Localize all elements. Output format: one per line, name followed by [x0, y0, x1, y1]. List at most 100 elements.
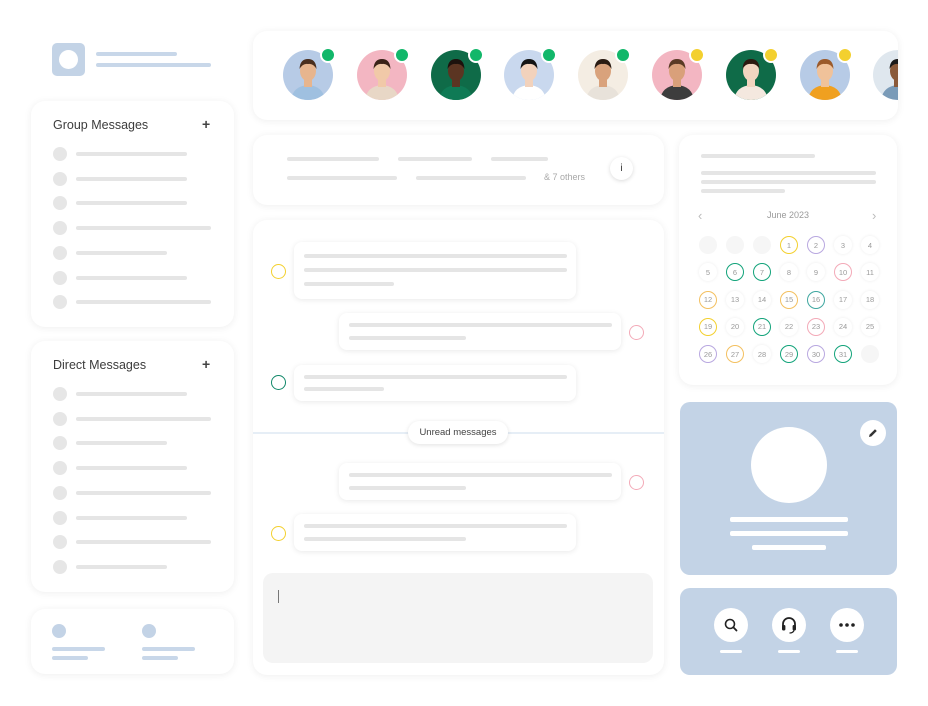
next-month-button[interactable]: ›: [872, 208, 876, 223]
calendar-day[interactable]: 1: [780, 236, 798, 254]
sender-avatar[interactable]: [629, 325, 644, 340]
calendar-day[interactable]: 2: [807, 236, 825, 254]
calendar-text-placeholder: [701, 171, 876, 175]
calendar-day[interactable]: 26: [699, 345, 717, 364]
contact-avatar[interactable]: [430, 47, 484, 100]
sender-avatar[interactable]: [271, 375, 286, 390]
calendar-day[interactable]: 27: [726, 345, 744, 364]
list-item-label: [76, 466, 187, 471]
contact-avatar[interactable]: [504, 47, 558, 100]
workspace-header[interactable]: [52, 43, 217, 77]
edit-profile-button[interactable]: [860, 420, 886, 446]
calendar-day[interactable]: 7: [753, 263, 771, 282]
list-item[interactable]: [53, 147, 213, 161]
message-bubble[interactable]: [294, 365, 576, 401]
list-item[interactable]: [53, 436, 213, 451]
list-item[interactable]: [53, 411, 213, 426]
calendar-day[interactable]: 5: [699, 263, 717, 282]
calendar-empty-cell: [699, 236, 717, 254]
calendar-day[interactable]: 31: [834, 345, 852, 364]
list-item[interactable]: [53, 387, 213, 401]
message-composer[interactable]: [263, 573, 653, 663]
support-button-label: [778, 650, 800, 653]
search-icon: [724, 618, 738, 632]
profile-avatar[interactable]: [751, 427, 827, 503]
participant-name: [398, 157, 472, 161]
user-status-item[interactable]: [142, 624, 202, 664]
calendar-day[interactable]: 18: [861, 290, 879, 309]
list-item-avatar: [53, 411, 67, 426]
sender-avatar[interactable]: [271, 264, 286, 279]
calendar-day[interactable]: 9: [807, 263, 825, 282]
calendar-day[interactable]: 6: [726, 263, 744, 282]
list-item[interactable]: [53, 171, 213, 186]
message-bubble[interactable]: [294, 242, 576, 299]
calendar-day[interactable]: 19: [699, 317, 717, 336]
message-bubble[interactable]: [339, 313, 621, 350]
list-item[interactable]: [53, 510, 213, 525]
others-count[interactable]: & 7 others: [544, 172, 585, 182]
calendar-day[interactable]: 29: [780, 345, 798, 364]
headset-icon: [782, 617, 796, 634]
calendar-day[interactable]: 30: [807, 345, 825, 364]
list-item-label: [76, 152, 187, 156]
list-item[interactable]: [53, 461, 213, 476]
calendar-day[interactable]: 11: [861, 263, 879, 282]
message-line: [304, 282, 394, 286]
list-item[interactable]: [53, 245, 213, 260]
list-item-avatar: [53, 387, 67, 401]
calendar-empty-cell: [726, 236, 744, 254]
calendar-day[interactable]: 12: [699, 290, 717, 309]
message-bubble[interactable]: [294, 514, 576, 551]
participant-name: [416, 176, 526, 180]
list-item[interactable]: [53, 221, 213, 236]
calendar-day[interactable]: 4: [861, 236, 879, 254]
contact-avatar[interactable]: [283, 47, 336, 100]
calendar-day[interactable]: 28: [753, 345, 771, 364]
contact-avatar[interactable]: [873, 50, 898, 100]
calendar-day[interactable]: 16: [807, 290, 825, 309]
calendar-day[interactable]: 21: [753, 317, 771, 336]
sender-avatar[interactable]: [629, 475, 644, 490]
user-avatar: [52, 624, 66, 638]
list-item[interactable]: [53, 295, 213, 310]
calendar-empty-cell: [753, 236, 771, 254]
calendar-day[interactable]: 8: [780, 263, 798, 282]
calendar-day[interactable]: 3: [834, 236, 852, 254]
support-button[interactable]: [772, 608, 806, 642]
sender-avatar[interactable]: [271, 526, 286, 541]
list-item[interactable]: [53, 485, 213, 500]
calendar-day[interactable]: 10: [834, 263, 852, 282]
contact-avatar[interactable]: [725, 47, 779, 100]
calendar-day[interactable]: 23: [807, 317, 825, 336]
calendar-day[interactable]: 14: [753, 290, 771, 309]
calendar-day[interactable]: 20: [726, 317, 744, 336]
info-button[interactable]: i: [610, 157, 633, 180]
search-button[interactable]: [714, 608, 748, 642]
message-bubble[interactable]: [339, 463, 621, 500]
calendar-day[interactable]: 17: [834, 290, 852, 309]
list-item-label: [76, 441, 167, 446]
add-group-button[interactable]: +: [202, 116, 210, 132]
direct-messages-panel: Direct Messages +: [31, 341, 234, 592]
list-item-label: [76, 392, 187, 396]
calendar-day[interactable]: 25: [861, 317, 879, 336]
contact-avatar[interactable]: [799, 47, 853, 100]
calendar-text-placeholder: [701, 189, 785, 193]
list-item[interactable]: [53, 196, 213, 211]
list-item[interactable]: [53, 559, 213, 574]
add-direct-message-button[interactable]: +: [202, 356, 210, 372]
list-item-label: [76, 201, 187, 206]
list-item[interactable]: [53, 270, 213, 285]
contact-avatar[interactable]: [652, 47, 705, 100]
more-button[interactable]: [830, 608, 864, 642]
calendar-day[interactable]: 15: [780, 290, 798, 309]
profile-title-placeholder: [730, 531, 848, 536]
contact-avatar[interactable]: [356, 47, 410, 100]
list-item[interactable]: [53, 535, 213, 550]
calendar-day[interactable]: 13: [726, 290, 744, 309]
calendar-day[interactable]: 22: [780, 317, 798, 336]
user-status-item[interactable]: [52, 624, 112, 664]
contact-avatar[interactable]: [578, 47, 632, 100]
calendar-day[interactable]: 24: [834, 317, 852, 336]
